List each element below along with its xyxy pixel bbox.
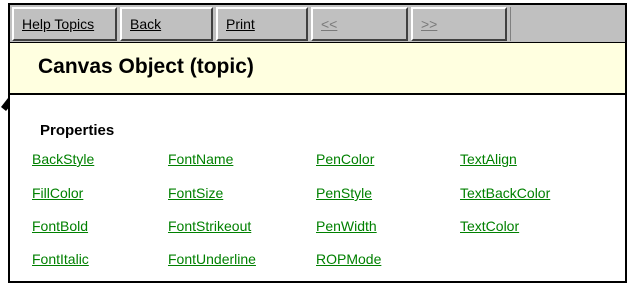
print-button[interactable]: Print (216, 7, 308, 41)
help-toolbar: Help Topics Back Print << >> (10, 5, 625, 43)
property-link-fillcolor[interactable]: FillColor (32, 185, 83, 201)
property-link-fontname[interactable]: FontName (168, 151, 233, 167)
toolbar-empty-slot (510, 7, 623, 41)
property-link-fontitalic[interactable]: FontItalic (32, 251, 89, 267)
property-link-textalign[interactable]: TextAlign (460, 151, 517, 167)
next-topic-button[interactable]: >> (411, 7, 507, 41)
property-link-fontsize[interactable]: FontSize (168, 185, 223, 201)
topic-title-band: Canvas Object (topic) (10, 43, 625, 95)
property-link-fontbold[interactable]: FontBold (32, 218, 88, 234)
help-window: Help Topics Back Print << >> Canvas Obje… (8, 3, 627, 283)
property-link-ropmode[interactable]: ROPMode (316, 251, 381, 267)
property-link-backstyle[interactable]: BackStyle (32, 151, 94, 167)
property-link-fontstrikeout[interactable]: FontStrikeout (168, 218, 251, 234)
property-link-textbackcolor[interactable]: TextBackColor (460, 185, 550, 201)
property-link-pencolor[interactable]: PenColor (316, 151, 374, 167)
properties-heading: Properties (40, 122, 115, 139)
property-link-textcolor[interactable]: TextColor (460, 218, 519, 234)
property-link-penwidth[interactable]: PenWidth (316, 218, 377, 234)
back-button[interactable]: Back (120, 7, 213, 41)
previous-topic-button[interactable]: << (311, 7, 408, 41)
help-topics-button[interactable]: Help Topics (12, 7, 117, 41)
property-link-penstyle[interactable]: PenStyle (316, 185, 372, 201)
topic-title: Canvas Object (topic) (38, 55, 254, 78)
property-link-fontunderline[interactable]: FontUnderline (168, 251, 256, 267)
